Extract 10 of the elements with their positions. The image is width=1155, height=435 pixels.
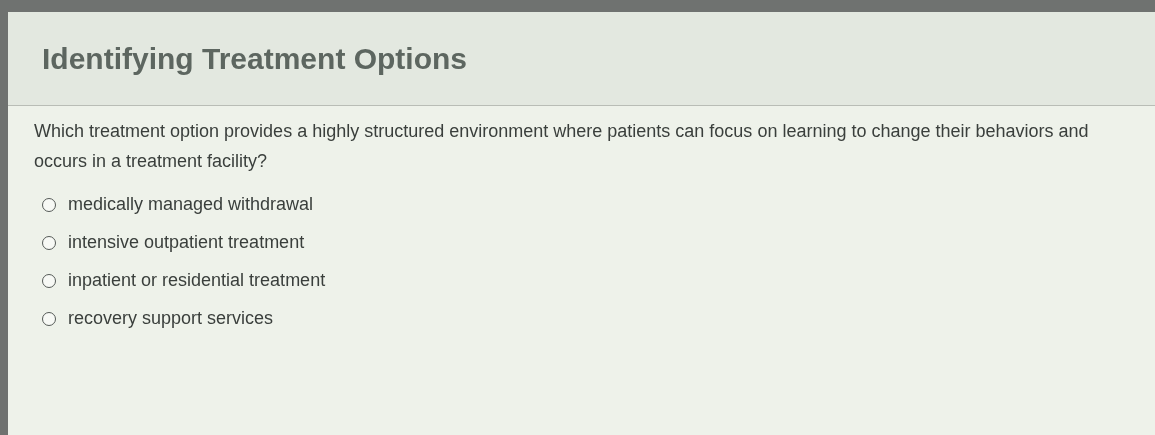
option-label[interactable]: medically managed withdrawal — [68, 194, 314, 215]
radio-button[interactable] — [42, 273, 56, 288]
option-label[interactable]: intensive outpatient treatment — [68, 232, 305, 253]
option-label[interactable]: inpatient or residential treatment — [68, 270, 326, 291]
radio-button[interactable] — [42, 197, 56, 212]
radio-button[interactable] — [42, 311, 56, 326]
option-label[interactable]: recovery support services — [68, 308, 274, 329]
question-text: Which treatment option provides a highly structured environment where patients can focus on learning to change their behaviors and occurs in a treatment facility? — [34, 120, 1090, 173]
page-title: Identifying Treatment Options — [42, 41, 468, 76]
radio-button[interactable] — [42, 235, 56, 250]
